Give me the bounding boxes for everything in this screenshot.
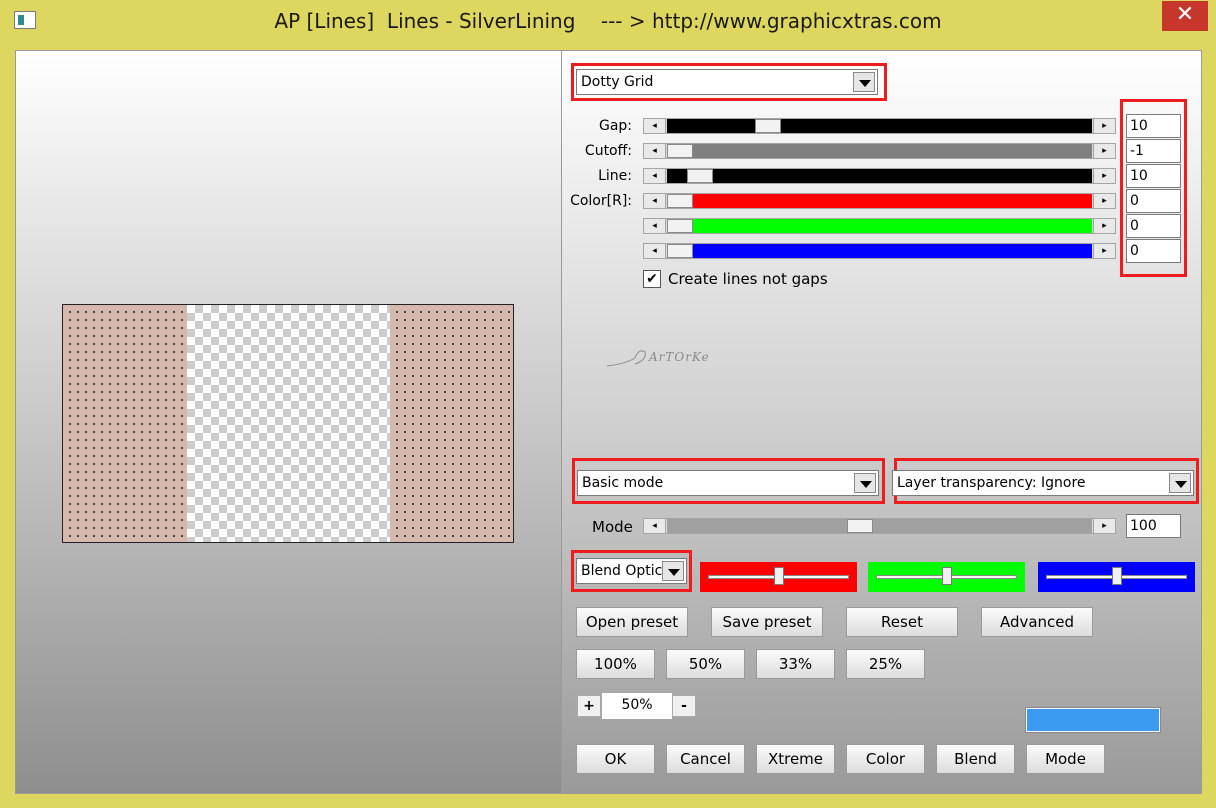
arrow-left-icon[interactable]: ◂ [644,519,666,533]
blend-blue-slider[interactable] [1038,562,1195,592]
arrow-right-icon[interactable]: ▸ [1093,219,1115,233]
mode-dropdown-value: Basic mode [582,475,664,491]
blend-blue-thumb[interactable] [1112,567,1122,585]
arrow-left-icon[interactable]: ◂ [644,169,666,183]
zoom-50-button[interactable]: 50% [666,649,745,679]
preview-dotted-area-left [63,305,187,542]
pattern-dropdown[interactable]: Dotty Grid [576,69,878,95]
chevron-down-icon[interactable] [1169,473,1191,493]
blend-options-value: Blend Optic [581,563,663,579]
slider-thumb[interactable] [667,244,693,258]
slider-thumb[interactable] [667,144,693,158]
slider[interactable]: ◂ ▸ [643,118,1116,134]
slider[interactable]: ◂ ▸ [643,168,1116,184]
close-button[interactable]: ✕ [1162,1,1208,31]
transparency-dropdown-value: Layer transparency: Ignore [897,475,1086,491]
check-icon: ✔ [646,271,658,287]
zoom-in-button[interactable]: + [577,695,601,717]
chevron-down-icon[interactable] [854,473,876,493]
slider[interactable]: ◂ ▸ [643,143,1116,159]
watermark-text: ArTOrKe [649,350,710,364]
window-title: AP [Lines] Lines - SilverLining --- > ht… [274,9,942,33]
create-lines-checkbox[interactable]: ✔ [643,270,661,288]
slider[interactable]: ◂ ▸ [643,243,1116,259]
blend-red-thumb[interactable] [774,567,784,585]
transparency-dropdown[interactable]: Layer transparency: Ignore [892,470,1194,496]
slider-track[interactable] [667,194,1092,208]
arrow-left-icon[interactable]: ◂ [644,119,666,133]
chevron-down-icon[interactable] [853,72,875,92]
arrow-left-icon[interactable]: ◂ [644,144,666,158]
arrow-left-icon[interactable]: ◂ [644,194,666,208]
color-swatch[interactable] [1025,707,1161,733]
zoom-100-button[interactable]: 100% [576,649,655,679]
chevron-down-icon[interactable] [662,561,684,581]
slider-thumb[interactable] [755,119,781,133]
watermark-logo: ArTOrKe [605,344,725,372]
xtreme-button[interactable]: Xtreme [756,744,835,774]
blend-green-thumb[interactable] [942,567,952,585]
zoom-25-button[interactable]: 25% [846,649,925,679]
arrow-left-icon[interactable]: ◂ [644,219,666,233]
slider-thumb[interactable] [667,194,693,208]
blend-red-slider[interactable] [700,562,857,592]
slider[interactable]: ◂ ▸ [643,193,1116,209]
slider-track[interactable] [667,119,1092,133]
reset-button[interactable]: Reset [846,607,958,637]
slider-label: Color[R]: [570,193,632,209]
mode-slider-label: Mode [592,518,633,536]
zoom-33-button[interactable]: 33% [756,649,835,679]
mode-button[interactable]: Mode [1026,744,1105,774]
preview-dotted-area-right [390,305,513,542]
arrow-right-icon[interactable]: ▸ [1093,244,1115,258]
preview-image[interactable] [62,304,514,543]
slider-track[interactable] [667,169,1092,183]
settings-panel [562,50,1202,794]
mode-value-field[interactable]: 100 [1126,514,1181,538]
slider[interactable]: ◂ ▸ [643,218,1116,234]
slider-label: Line: [598,168,632,184]
advanced-button[interactable]: Advanced [981,607,1093,637]
arrow-left-icon[interactable]: ◂ [644,244,666,258]
slider-track[interactable] [667,244,1092,258]
mode-slider[interactable]: ◂ ▸ [643,518,1116,534]
slider-track[interactable] [667,219,1092,233]
arrow-right-icon[interactable]: ▸ [1093,194,1115,208]
cancel-button[interactable]: Cancel [666,744,745,774]
arrow-right-icon[interactable]: ▸ [1093,144,1115,158]
highlight-value-fields [1120,99,1187,277]
arrow-right-icon[interactable]: ▸ [1093,169,1115,183]
slider-label: Cutoff: [584,143,632,159]
slider-track[interactable] [667,144,1092,158]
mode-slider-track[interactable] [667,519,1092,533]
ok-button[interactable]: OK [576,744,655,774]
slider-label: Gap: [598,118,632,134]
blend-button[interactable]: Blend [936,744,1015,774]
blend-options-dropdown[interactable]: Blend Optic [576,558,687,584]
blend-green-slider[interactable] [868,562,1025,592]
pattern-dropdown-value: Dotty Grid [581,74,654,90]
color-button[interactable]: Color [846,744,925,774]
create-lines-label: Create lines not gaps [668,270,828,288]
save-preset-button[interactable]: Save preset [711,607,823,637]
zoom-out-button[interactable]: - [672,695,696,717]
mode-slider-thumb[interactable] [847,519,873,533]
slider-thumb[interactable] [667,219,693,233]
preview-transparent-area [187,305,390,542]
zoom-value: 50% [602,693,672,719]
arrow-right-icon[interactable]: ▸ [1093,119,1115,133]
slider-thumb[interactable] [687,169,713,183]
mode-dropdown[interactable]: Basic mode [577,470,879,496]
arrow-right-icon[interactable]: ▸ [1093,519,1115,533]
open-preset-button[interactable]: Open preset [576,607,688,637]
